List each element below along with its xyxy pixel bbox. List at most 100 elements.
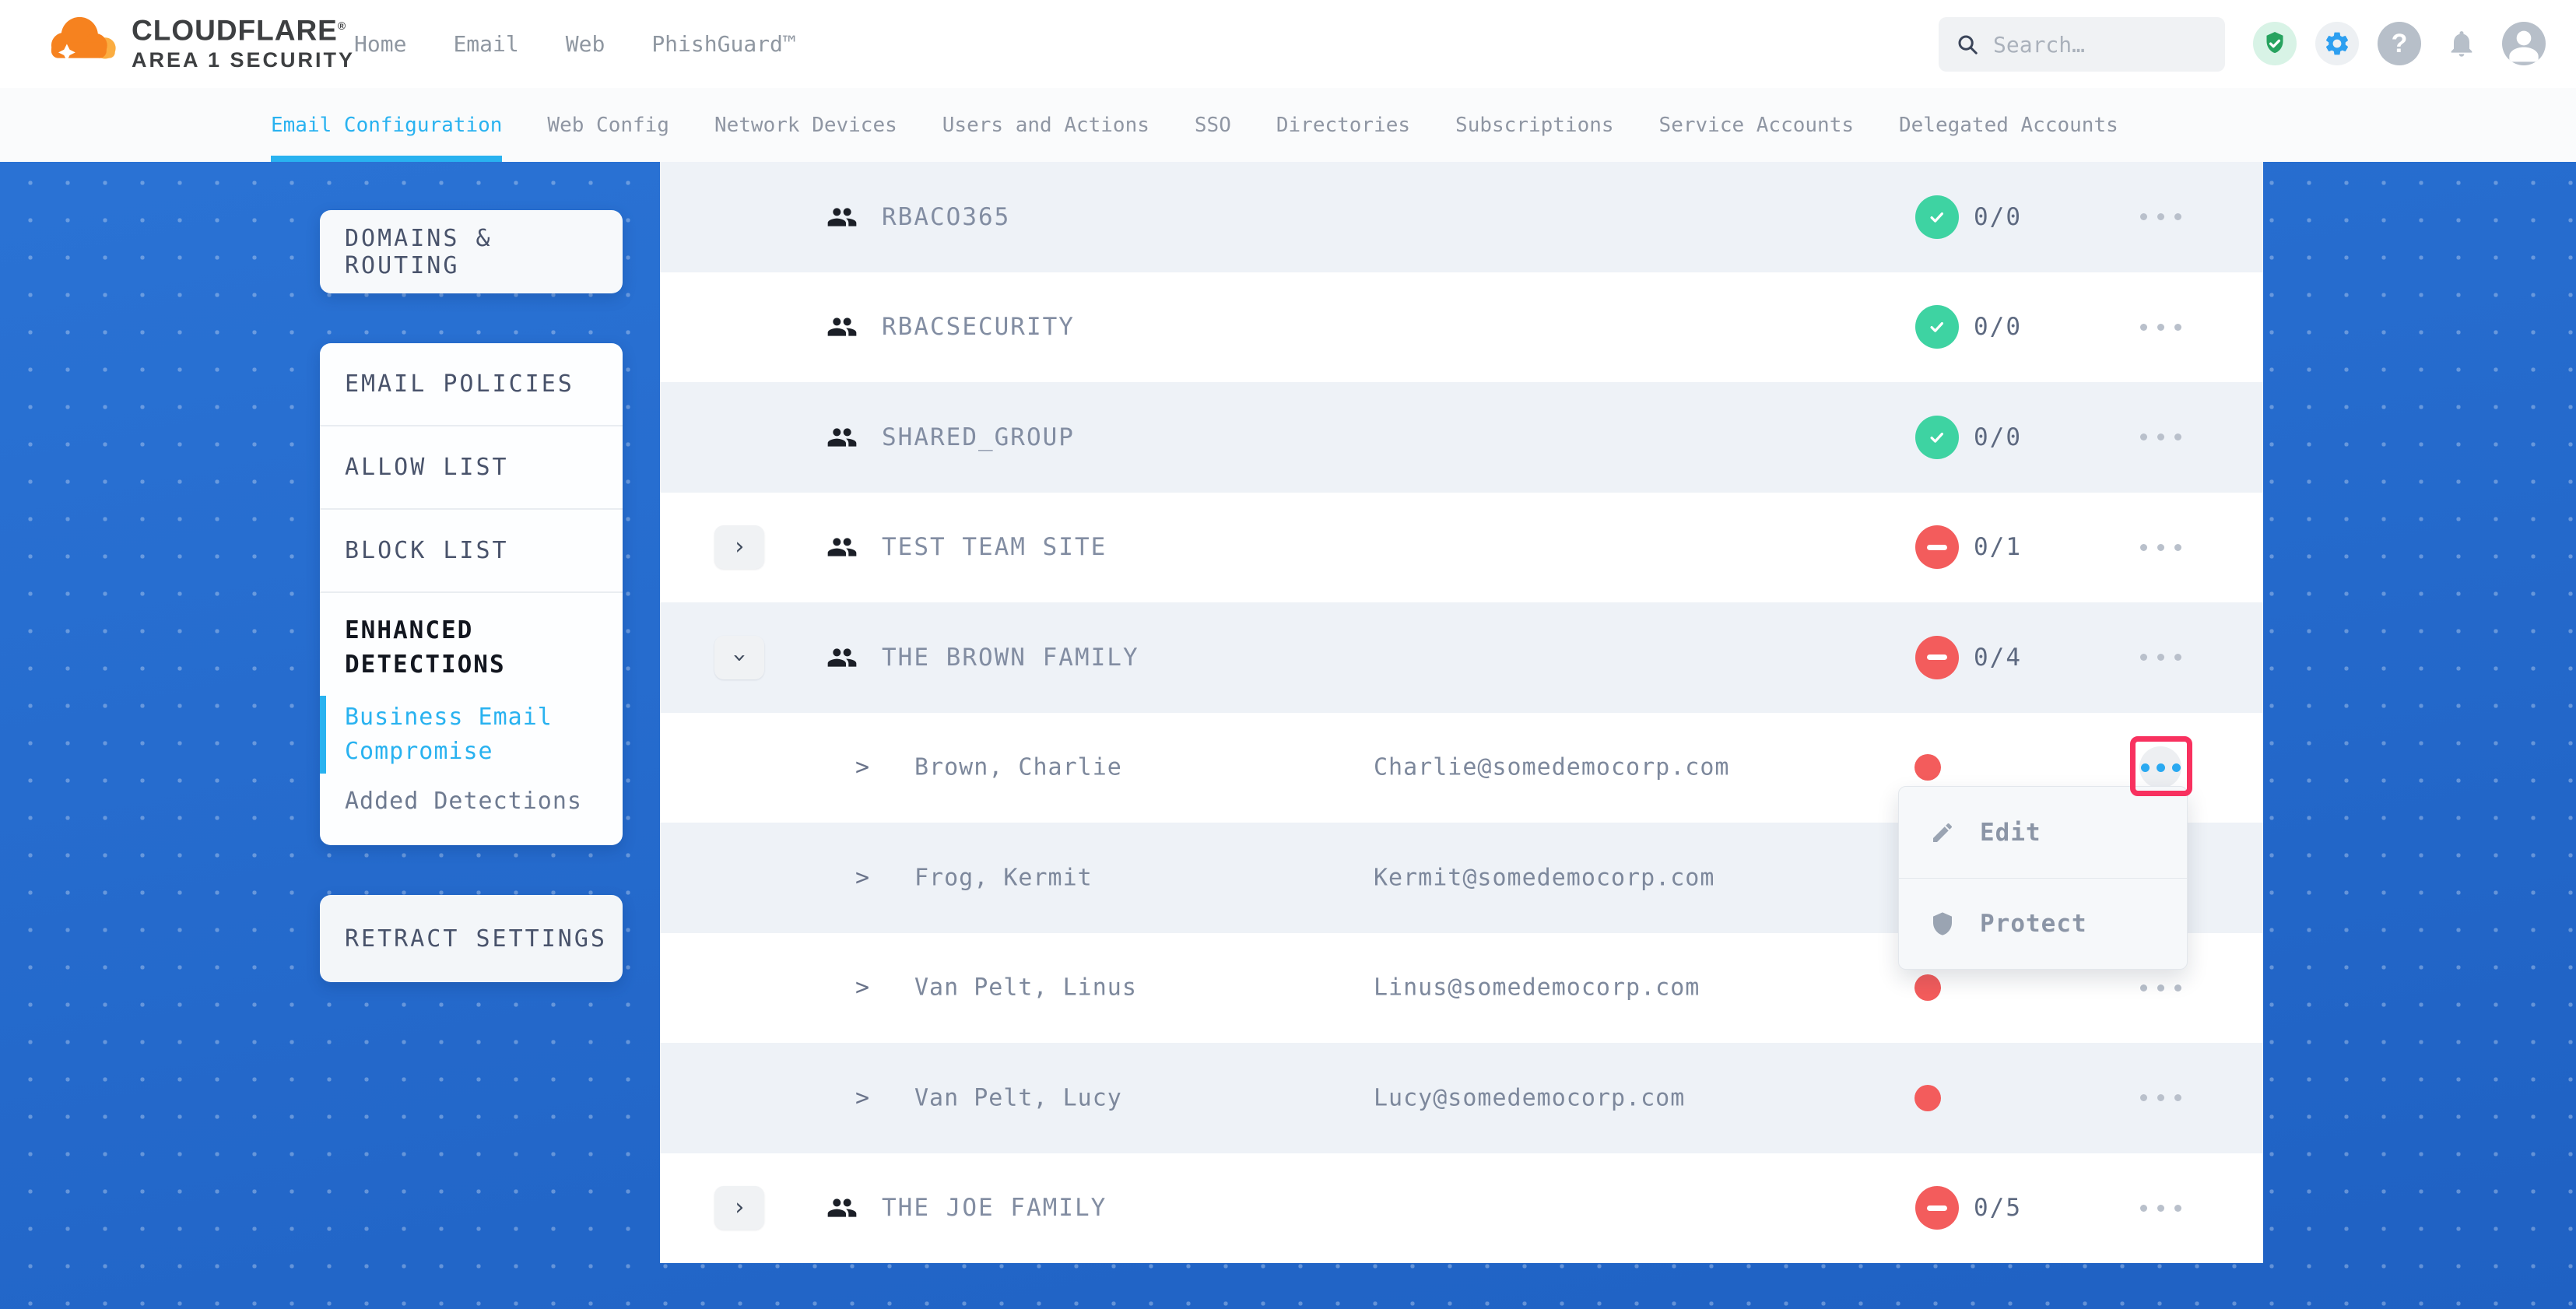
row-menu-button[interactable] [2137, 634, 2184, 681]
tab-users-and-actions[interactable]: Users and Actions [942, 88, 1149, 162]
protected-count: 0/1 [1974, 533, 2022, 561]
header-nav-item-email[interactable]: Email [453, 31, 518, 57]
sidebar-item-label: BLOCK LIST [345, 537, 509, 564]
row-context-menu: Edit Protect [1898, 786, 2188, 970]
minus-glyph [1927, 1205, 1947, 1211]
group-name: RBACSECURITY [882, 313, 1075, 341]
status-badge-allowed [1915, 305, 1959, 349]
search-input[interactable] [1993, 32, 2188, 58]
minus-glyph [1927, 545, 1947, 550]
chevron-right-icon: › [732, 535, 746, 559]
header-nav-item-home[interactable]: Home [354, 31, 406, 57]
sidebar-item-added-detections[interactable]: Added Detections [345, 788, 601, 815]
row-menu-button[interactable] [2137, 1075, 2184, 1121]
chevron-right-icon[interactable]: > [847, 864, 878, 891]
menu-item-label: Protect [1980, 910, 2087, 938]
shield-icon [1930, 911, 1955, 936]
group-icon [826, 1192, 858, 1223]
cloudflare-logo[interactable]: CLOUDFLARE® AREA 1 SECURITY [43, 8, 355, 72]
status-badge-blocked [1915, 636, 1959, 679]
sidebar-item-label: ALLOW LIST [345, 454, 509, 481]
sidebar-item-label: EMAIL POLICIES [345, 370, 574, 398]
sidebar-item-label: Business Email Compromise [345, 700, 601, 769]
target-highlight [2130, 736, 2192, 796]
sidebar-item-business-email-compromise[interactable]: Business Email Compromise [345, 700, 601, 769]
protected-count: 0/5 [1974, 1194, 2022, 1222]
chevron-right-icon: › [732, 1196, 746, 1220]
sidebar-item-domains-routing[interactable]: DOMAINS & ROUTING [320, 210, 623, 293]
flag-dot [1914, 1085, 1941, 1111]
member-name: Frog, Kermit [914, 864, 1093, 891]
header-nav-item-web[interactable]: Web [566, 31, 605, 57]
row-menu-button[interactable] [2137, 304, 2184, 350]
tab-email-configuration[interactable]: Email Configuration [271, 88, 502, 162]
chevron-right-icon[interactable]: > [847, 974, 878, 1002]
group-icon [826, 422, 858, 453]
status-badge-blocked [1915, 1186, 1959, 1230]
row-menu-button[interactable] [2137, 964, 2184, 1011]
row-menu-button[interactable] [2137, 414, 2184, 461]
question-icon[interactable]: ? [2378, 22, 2421, 65]
header-nav: Home Email Web PhishGuard™ [354, 0, 796, 88]
protected-count: 0/0 [1974, 423, 2022, 451]
group-name: TEST TEAM SITE [882, 533, 1107, 561]
row-menu-button[interactable] [2137, 524, 2184, 570]
sidebar-item-block-list[interactable]: BLOCK LIST [320, 510, 623, 593]
member-name: Brown, Charlie [914, 754, 1122, 781]
shield-check-icon[interactable] [2253, 22, 2297, 65]
group-name: THE BROWN FAMILY [882, 644, 1139, 672]
expand-button[interactable]: › [714, 525, 764, 569]
tab-service-accounts[interactable]: Service Accounts [1659, 88, 1854, 162]
sidebar-policies-card: EMAIL POLICIES ALLOW LIST BLOCK LIST ENH… [320, 343, 623, 845]
group-icon [826, 202, 858, 233]
flag-dot [1914, 974, 1941, 1001]
tab-directories[interactable]: Directories [1276, 88, 1410, 162]
sidebar-item-label: DOMAINS & ROUTING [345, 225, 623, 279]
registered-mark: ® [338, 19, 346, 32]
group-icon [826, 311, 858, 342]
row-menu-button[interactable] [2137, 194, 2184, 240]
sidebar-item-allow-list[interactable]: ALLOW LIST [320, 426, 623, 510]
sidebar-item-email-policies[interactable]: EMAIL POLICIES [320, 343, 623, 426]
chevron-right-icon[interactable]: > [847, 1084, 878, 1111]
group-name: THE JOE FAMILY [882, 1194, 1107, 1222]
directory-table: RBACO3650/0RBACSECURITY0/0SHARED_GROUP0/… [660, 162, 2263, 1263]
header-nav-item-phishguard[interactable]: PhishGuard™ [651, 31, 795, 57]
table-row: >Van Pelt, LucyLucy@somedemocorp.com [660, 1043, 2263, 1153]
tab-delegated-accounts[interactable]: Delegated Accounts [1899, 88, 2118, 162]
search-box[interactable] [1939, 17, 2225, 72]
search-icon [1956, 33, 1979, 56]
app-header: CLOUDFLARE® AREA 1 SECURITY Home Email Web… [0, 0, 2576, 88]
member-email: Lucy@somedemocorp.com [1374, 1084, 1685, 1111]
question-glyph: ? [2392, 29, 2408, 59]
member-email: Linus@somedemocorp.com [1374, 974, 1700, 1002]
table-row: RBACSECURITY0/0 [660, 272, 2263, 383]
menu-item-protect[interactable]: Protect [1899, 878, 2187, 969]
chevron-right-icon[interactable]: > [847, 754, 878, 781]
sidebar-item-enhanced-detections[interactable]: ENHANCED DETECTIONS [345, 613, 601, 682]
bell-icon[interactable] [2440, 22, 2483, 65]
sidebar-item-retract-settings[interactable]: RETRACT SETTINGS [320, 895, 623, 982]
active-item-indicator [320, 696, 326, 774]
collapse-button[interactable]: › [714, 636, 764, 679]
table-row: › TEST TEAM SITE 0/1 [660, 493, 2263, 603]
pencil-icon [1930, 820, 1955, 845]
gear-icon[interactable] [2315, 22, 2359, 65]
table-row: › THE JOE FAMILY 0/5 [660, 1153, 2263, 1264]
member-email: Charlie@somedemocorp.com [1374, 754, 1729, 781]
cloudflare-cloud-icon [43, 8, 121, 72]
flag-dot [1914, 754, 1941, 781]
protected-count: 0/0 [1974, 203, 2022, 231]
menu-item-edit[interactable]: Edit [1899, 787, 2187, 878]
expand-button[interactable]: › [714, 1186, 764, 1230]
tab-subscriptions[interactable]: Subscriptions [1455, 88, 1614, 162]
table-row: ›THE BROWN FAMILY0/4 [660, 602, 2263, 713]
tab-sso[interactable]: SSO [1195, 88, 1231, 162]
tab-network-devices[interactable]: Network Devices [714, 88, 897, 162]
row-menu-button[interactable] [2137, 1184, 2184, 1231]
tab-web-config[interactable]: Web Config [547, 88, 669, 162]
sidebar-enhanced-detections-section: ENHANCED DETECTIONS Business Email Compr… [320, 593, 623, 815]
header-actions: ? [2253, 22, 2546, 65]
user-icon[interactable] [2502, 22, 2546, 65]
member-email: Kermit@somedemocorp.com [1374, 864, 1714, 891]
